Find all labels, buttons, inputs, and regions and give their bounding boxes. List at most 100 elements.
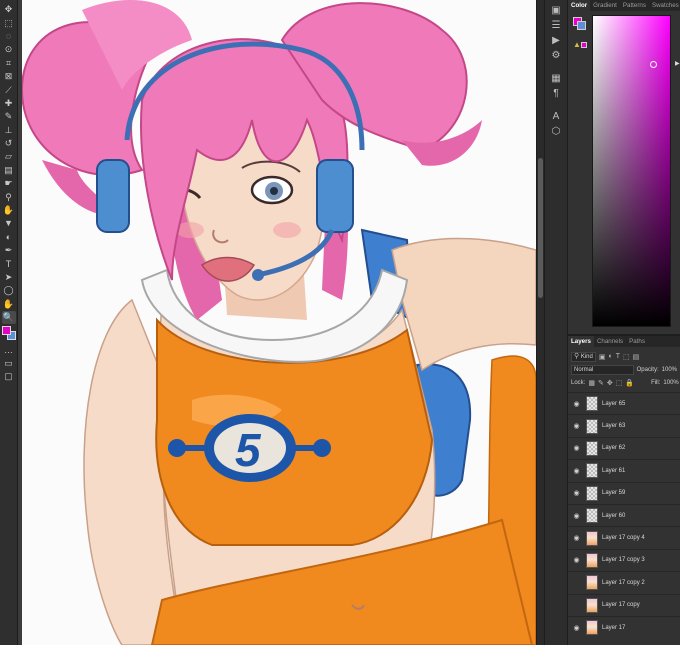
lasso-tool-icon[interactable]: ◌ bbox=[2, 30, 16, 43]
layer-thumbnail[interactable] bbox=[586, 463, 598, 479]
layer-thumbnail[interactable] bbox=[586, 597, 598, 613]
blend-mode-select[interactable]: Normal bbox=[571, 364, 634, 375]
path-selection-tool-icon[interactable]: ➤ bbox=[2, 271, 16, 284]
eye-visibility-icon[interactable]: ◉ bbox=[572, 512, 581, 520]
layer-thumbnail[interactable] bbox=[586, 396, 598, 412]
layer-row[interactable]: ◉ Layer 17 copy 4 bbox=[568, 526, 680, 548]
layer-row[interactable]: Layer 17 copy bbox=[568, 593, 680, 616]
healing-brush-tool-icon[interactable]: ✚ bbox=[2, 97, 16, 110]
eraser-tool-icon[interactable]: ▱ bbox=[2, 150, 16, 163]
layer-row[interactable]: ◉ Layer 17 bbox=[568, 615, 680, 638]
type-filter-icon[interactable]: T bbox=[616, 353, 620, 360]
pixel-filter-icon[interactable]: ▣ bbox=[599, 353, 606, 361]
frame-tool-icon[interactable]: ⊠ bbox=[2, 70, 16, 83]
quick-select-tool-icon[interactable]: ⊙ bbox=[2, 43, 16, 56]
toolbar-foreground-color[interactable] bbox=[1, 326, 11, 336]
layers-panel-tab-paths[interactable]: Paths bbox=[626, 336, 648, 347]
eye-visibility-icon[interactable]: ◉ bbox=[572, 534, 581, 542]
quick-mask-icon[interactable]: ▭ bbox=[2, 357, 16, 370]
layer-name[interactable]: Layer 17 bbox=[602, 625, 625, 631]
canvas-scroll-thumb[interactable] bbox=[538, 158, 543, 298]
panel-collapse-arrow-icon[interactable]: ▶ bbox=[675, 60, 680, 67]
properties-panel-icon[interactable]: ☰ bbox=[548, 18, 564, 33]
paragraph-panel-icon[interactable]: ¶ bbox=[548, 86, 564, 101]
burn-tool-icon[interactable]: ◐ bbox=[2, 231, 16, 244]
layer-name[interactable]: Layer 17 copy 2 bbox=[602, 580, 645, 586]
layer-thumbnail[interactable] bbox=[586, 418, 598, 434]
layer-row[interactable]: ◉ Layer 65 bbox=[568, 392, 680, 414]
background-color-swatch[interactable] bbox=[577, 21, 586, 30]
lock-pixels-icon[interactable]: ✎ bbox=[598, 379, 604, 387]
blur-tool-icon[interactable]: ⚲ bbox=[2, 190, 16, 203]
layer-thumbnail[interactable] bbox=[586, 508, 598, 524]
zoom-tool-icon[interactable]: 🔍 bbox=[1, 310, 16, 325]
type-tool-icon[interactable]: T bbox=[2, 257, 16, 270]
color-panel-tab-patterns[interactable]: Patterns bbox=[620, 0, 649, 11]
layer-thumbnail[interactable] bbox=[586, 620, 598, 636]
smart-object-filter-icon[interactable]: ▤ bbox=[633, 353, 640, 361]
color-panel-tab-gradient[interactable]: Gradient bbox=[590, 0, 620, 11]
marquee-tool-icon[interactable]: ⬚ bbox=[2, 16, 16, 29]
layer-name[interactable]: Layer 60 bbox=[602, 513, 625, 519]
color-panel-tab-swatches[interactable]: Swatches bbox=[649, 0, 680, 11]
pen-tool-icon[interactable]: ✒ bbox=[2, 244, 16, 257]
color-panel-tab-color[interactable]: Color bbox=[568, 0, 591, 11]
layer-row[interactable]: ◉ Layer 17 copy 3 bbox=[568, 548, 680, 571]
layer-thumbnail[interactable] bbox=[586, 440, 598, 456]
eye-visibility-icon[interactable]: ◉ bbox=[572, 422, 581, 430]
eye-visibility-icon[interactable]: ◉ bbox=[572, 467, 581, 475]
layers-panel-tab-channels[interactable]: Channels bbox=[594, 336, 626, 347]
adjustment-filter-icon[interactable]: ◐ bbox=[608, 353, 612, 360]
lock-all-icon[interactable]: 🔒 bbox=[625, 379, 634, 387]
history-brush-tool-icon[interactable]: ↺ bbox=[2, 137, 16, 150]
opacity-value[interactable]: 100% bbox=[662, 367, 677, 373]
layer-row[interactable]: ◉ Layer 62 bbox=[568, 436, 680, 459]
layer-row[interactable]: ◉ Layer 61 bbox=[568, 459, 680, 481]
smudge-tool-icon[interactable]: ☛ bbox=[2, 177, 16, 190]
more-tools-icon[interactable]: … bbox=[2, 343, 16, 356]
canvas-vertical-scrollbar[interactable] bbox=[536, 0, 544, 645]
brush-tool-icon[interactable]: ✎ bbox=[2, 110, 16, 123]
layer-row[interactable]: ◉ Layer 59 bbox=[568, 481, 680, 504]
layer-name[interactable]: Layer 17 copy 4 bbox=[602, 535, 645, 541]
ellipse-tool-icon[interactable]: ◯ bbox=[2, 284, 16, 297]
layer-name[interactable]: Layer 62 bbox=[602, 445, 625, 451]
3d-panel-icon[interactable]: ⬡ bbox=[548, 124, 564, 139]
eyedropper-tool-icon[interactable]: ⟋ bbox=[2, 83, 16, 96]
color-field[interactable] bbox=[592, 15, 671, 327]
crop-tool-icon[interactable]: ⌗ bbox=[2, 57, 16, 70]
eye-visibility-icon[interactable]: ◉ bbox=[572, 556, 581, 564]
lock-transparency-icon[interactable]: ▦ bbox=[588, 379, 595, 387]
color-picker-ring[interactable] bbox=[650, 61, 657, 68]
lock-position-icon[interactable]: ✥ bbox=[607, 379, 613, 387]
adjustments-panel-icon[interactable]: ⚙ bbox=[548, 48, 564, 63]
layer-name[interactable]: Layer 17 copy bbox=[602, 602, 640, 608]
layer-name[interactable]: Layer 59 bbox=[602, 490, 625, 496]
canvas-area[interactable]: 5 bbox=[18, 0, 536, 645]
sharpen-tool-icon[interactable]: ▼ bbox=[2, 217, 16, 230]
document-canvas[interactable]: 5 bbox=[22, 0, 536, 645]
layers-panel-tab-layers[interactable]: Layers bbox=[568, 336, 594, 347]
libraries-panel-icon[interactable]: ▦ bbox=[548, 71, 564, 86]
layer-thumbnail[interactable] bbox=[586, 575, 598, 591]
shape-filter-icon[interactable]: ⬚ bbox=[623, 353, 630, 361]
layer-thumbnail[interactable] bbox=[586, 552, 598, 568]
lock-artboard-icon[interactable]: ⬚ bbox=[616, 379, 623, 387]
layer-name[interactable]: Layer 17 copy 3 bbox=[602, 557, 645, 563]
character-panel-icon[interactable]: A bbox=[548, 109, 564, 124]
dodge-tool-icon[interactable]: ✋ bbox=[2, 204, 16, 217]
gamut-swatch[interactable] bbox=[581, 42, 587, 48]
layer-row[interactable]: ◉ Layer 60 bbox=[568, 503, 680, 526]
screen-mode-icon[interactable]: ▢ bbox=[2, 370, 16, 383]
clone-stamp-tool-icon[interactable]: ⊥ bbox=[2, 124, 16, 137]
layer-name[interactable]: Layer 61 bbox=[602, 468, 625, 474]
layer-row[interactable]: Layer 17 copy 2 bbox=[568, 571, 680, 593]
layer-kind-filter[interactable]: ⚲ Kind bbox=[571, 351, 596, 362]
move-tool-icon[interactable]: ✥ bbox=[2, 3, 16, 16]
layer-name[interactable]: Layer 63 bbox=[602, 423, 625, 429]
layer-thumbnail[interactable] bbox=[586, 485, 598, 501]
history-panel-icon[interactable]: ▣ bbox=[548, 3, 564, 18]
eye-visibility-icon[interactable]: ◉ bbox=[572, 400, 581, 408]
eye-visibility-icon[interactable]: ◉ bbox=[572, 624, 581, 632]
layer-thumbnail[interactable] bbox=[586, 530, 598, 546]
